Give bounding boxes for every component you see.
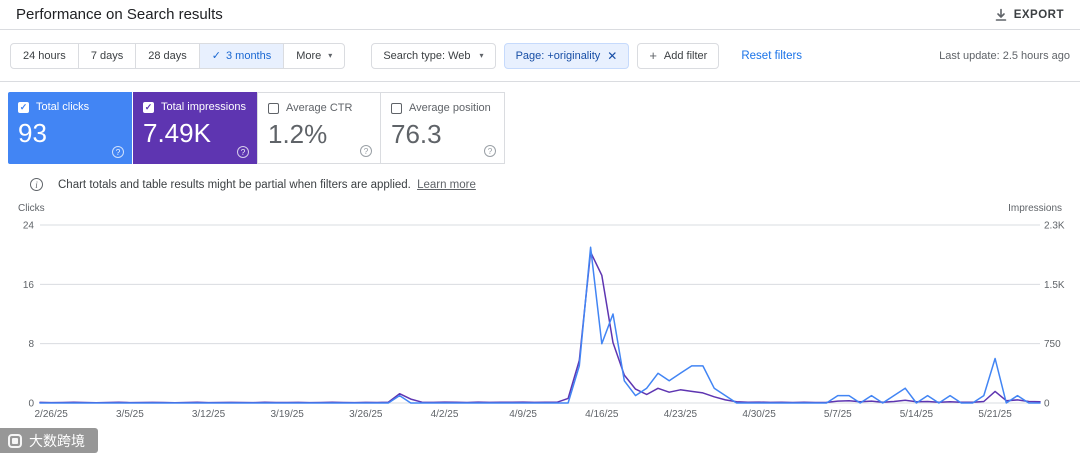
x-axis-label: 2/26/25 <box>35 409 69 420</box>
x-axis-label: 5/21/25 <box>978 409 1012 420</box>
date-range-tabs: 24 hours 7 days 28 days ✓ 3 months More … <box>10 42 346 69</box>
watermark: 大数跨境 <box>0 428 98 453</box>
range-label: More <box>296 49 322 62</box>
help-icon[interactable]: ? <box>237 146 249 158</box>
x-axis-label: 4/2/25 <box>431 409 459 420</box>
range-label: 7 days <box>90 49 124 62</box>
range-more-dropdown[interactable]: More ▾ <box>283 42 346 69</box>
banner-message: Chart totals and table results might be … <box>58 178 411 191</box>
total-impressions-card[interactable]: ✓ Total impressions 7.49K ? <box>133 92 257 164</box>
card-value: 93 <box>18 118 47 148</box>
page-filter-chip[interactable]: Page: +originality ✕ <box>503 42 630 69</box>
left-axis-tick: 0 <box>28 399 34 410</box>
card-label: Average position <box>409 102 491 114</box>
right-axis-tick: 0 <box>1044 399 1050 410</box>
learn-more-link[interactable]: Learn more <box>417 179 476 191</box>
range-label: 28 days <box>148 49 187 62</box>
right-axis-tick: 750 <box>1044 339 1061 350</box>
x-axis-label: 3/5/25 <box>116 409 144 420</box>
range-7-days[interactable]: 7 days <box>77 42 137 69</box>
checkbox-unchecked[interactable] <box>268 102 279 114</box>
close-icon[interactable]: ✕ <box>607 49 617 63</box>
check-icon: ✓ <box>211 50 221 62</box>
x-axis-label: 4/9/25 <box>509 409 537 420</box>
checkbox-checked[interactable]: ✓ <box>143 101 154 113</box>
chip-label: Add filter <box>663 49 708 62</box>
metric-cards: ✓ Total clicks 93 ? ✓ Total impressions … <box>0 82 1080 164</box>
average-ctr-card[interactable]: Average CTR 1.2% ? <box>257 92 381 164</box>
page-title: Performance on Search results <box>16 6 223 23</box>
card-value: 7.49K <box>143 118 211 148</box>
reset-filters-link[interactable]: Reset filters <box>741 50 802 62</box>
card-value: 76.3 <box>391 119 442 149</box>
right-axis-title: Impressions <box>1008 203 1062 214</box>
download-icon <box>995 8 1007 21</box>
right-axis-tick: 1.5K <box>1044 280 1065 291</box>
banner-text: Chart totals and table results might be … <box>58 179 476 191</box>
filter-chips: Search type: Web ▾ Page: +originality ✕ … <box>371 42 802 69</box>
x-axis-label: 4/23/25 <box>664 409 698 420</box>
left-axis-tick: 24 <box>23 221 35 232</box>
right-axis-tick: 2.3K <box>1044 221 1065 232</box>
total-clicks-line <box>39 246 1041 404</box>
range-3-months[interactable]: ✓ 3 months <box>198 42 285 69</box>
card-label: Average CTR <box>286 102 353 114</box>
chevron-down-icon: ▾ <box>328 51 333 60</box>
left-axis-tick: 8 <box>28 339 34 350</box>
total-clicks-card[interactable]: ✓ Total clicks 93 ? <box>8 92 132 164</box>
card-header: Average CTR <box>268 102 370 114</box>
x-axis-label: 3/19/25 <box>271 409 305 420</box>
left-axis-tick: 16 <box>23 280 35 291</box>
card-value: 1.2% <box>268 119 328 149</box>
add-filter-chip[interactable]: + Add filter <box>637 42 720 69</box>
search-type-filter-chip[interactable]: Search type: Web ▾ <box>371 42 496 69</box>
chevron-down-icon: ▾ <box>479 51 484 60</box>
x-axis-label: 3/12/25 <box>192 409 226 420</box>
x-axis-label: 4/16/25 <box>585 409 619 420</box>
watermark-text: 大数跨境 <box>29 432 85 449</box>
card-header: Average position <box>391 102 494 114</box>
x-axis-label: 3/26/25 <box>349 409 383 420</box>
range-label: 24 hours <box>23 49 66 62</box>
left-axis-title: Clicks <box>18 203 45 214</box>
card-header: ✓ Total clicks <box>18 101 122 113</box>
page-header: Performance on Search results EXPORT <box>0 0 1080 30</box>
chip-label: Search type: Web <box>383 49 471 62</box>
info-icon: i <box>30 178 43 191</box>
last-update-text: Last update: 2.5 hours ago <box>939 49 1070 62</box>
watermark-logo-icon <box>8 433 22 448</box>
chip-label: Page: +originality <box>515 49 601 62</box>
export-button[interactable]: EXPORT <box>994 8 1064 22</box>
plus-icon: + <box>649 48 657 63</box>
card-label: Total clicks <box>36 101 90 113</box>
partial-data-banner: i Chart totals and table results might b… <box>0 164 1080 191</box>
total-impressions-line <box>39 251 1041 404</box>
x-axis-label: 5/7/25 <box>824 409 852 420</box>
checkbox-unchecked[interactable] <box>391 102 402 114</box>
range-28-days[interactable]: 28 days <box>135 42 200 69</box>
card-label: Total impressions <box>161 101 246 113</box>
x-axis-label: 5/14/25 <box>900 409 934 420</box>
checkbox-checked[interactable]: ✓ <box>18 101 29 113</box>
filter-toolbar: 24 hours 7 days 28 days ✓ 3 months More … <box>0 30 1080 82</box>
help-icon[interactable]: ? <box>484 145 496 157</box>
help-icon[interactable]: ? <box>360 145 372 157</box>
range-label: 3 months <box>225 49 272 62</box>
help-icon[interactable]: ? <box>112 146 124 158</box>
average-position-card[interactable]: Average position 76.3 ? <box>381 92 505 164</box>
chart-canvas: 24 2.3K 16 1.5K 8 750 0 0 Clicks Impressions 2/26/… <box>18 203 1065 420</box>
performance-chart: 24 2.3K 16 1.5K 8 750 0 0 Clicks Impressions 2/26/… <box>0 199 1080 445</box>
range-24-hours[interactable]: 24 hours <box>10 42 79 69</box>
x-axis-label: 4/30/25 <box>742 409 776 420</box>
export-label: EXPORT <box>1013 8 1064 21</box>
card-header: ✓ Total impressions <box>143 101 247 113</box>
